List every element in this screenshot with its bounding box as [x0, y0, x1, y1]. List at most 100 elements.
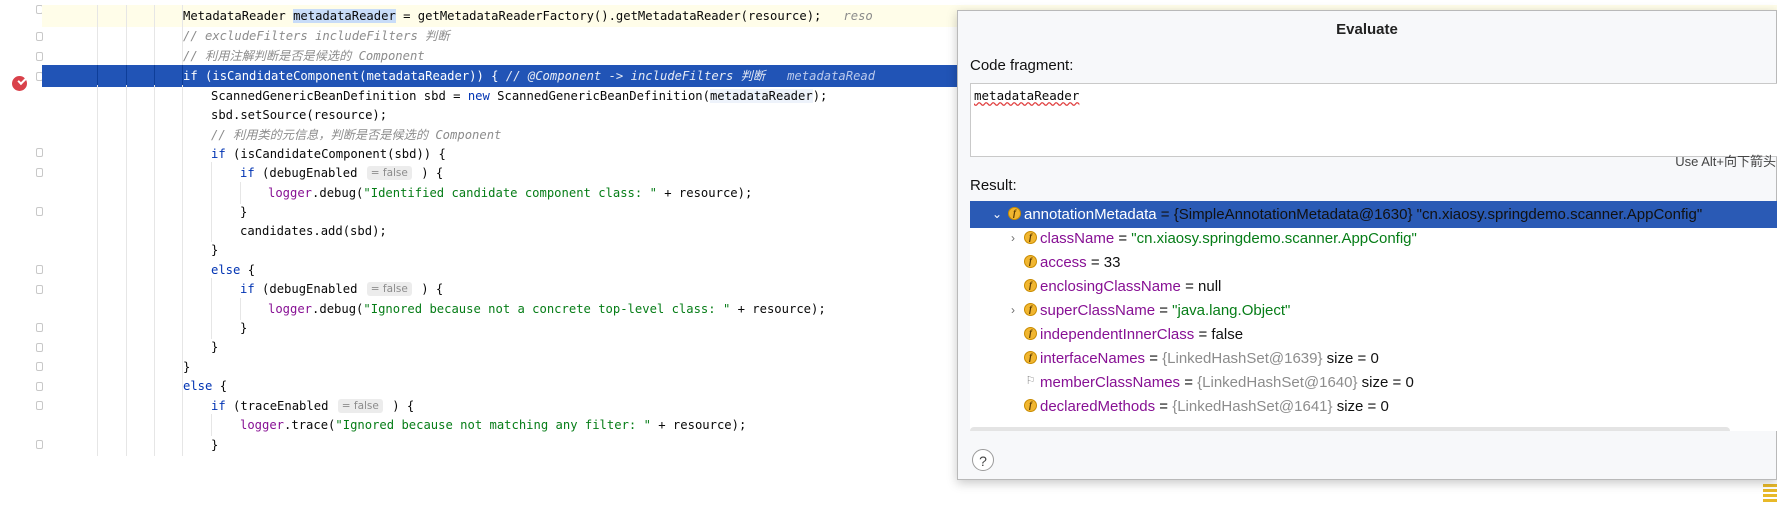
result-tree-node[interactable]: › f superClassName = "java.lang.Object"	[970, 297, 1777, 324]
flag-icon: ⚐	[1025, 375, 1036, 387]
code-token: + resource);	[656, 186, 753, 200]
code-token: metadataReader	[709, 89, 813, 103]
evaluate-dialog: Evaluate Code fragment: metadataReader U…	[957, 10, 1777, 480]
node-name: declaredMethods	[1040, 398, 1156, 415]
node-value: "cn.xiaosy.springdemo.scanner.AppConfig"	[1131, 230, 1417, 247]
field-icon: f	[1008, 207, 1021, 220]
code-token: (traceEnabled	[225, 399, 336, 413]
code-token: }	[211, 438, 219, 452]
inline-value-hint: = false	[366, 282, 412, 296]
node-name: annotationMetadata	[1024, 206, 1157, 223]
result-tree[interactable]: ⌄ f annotationMetadata = {SimpleAnnotation…	[970, 201, 1777, 431]
code-token: if	[211, 399, 226, 413]
code-token: if	[240, 166, 255, 180]
code-token: (isCandidateComponent(metadataReader)) {	[197, 69, 506, 83]
code-token: }	[183, 360, 191, 374]
code-token: ) {	[413, 166, 444, 180]
code-token: {	[212, 379, 228, 393]
result-tree-node[interactable]: ⌄ f annotationMetadata = {SimpleAnnotation…	[970, 201, 1777, 228]
node-name: independentInnerClass	[1040, 326, 1195, 343]
field-icon: f	[1024, 303, 1037, 316]
breakpoint-icon[interactable]	[12, 76, 27, 91]
code-token: candidates.add(sbd);	[240, 224, 387, 238]
node-value: {LinkedHashSet@1639}	[1162, 350, 1323, 367]
result-tree-node[interactable]: f interfaceNames = {LinkedHashSet@1639} s…	[970, 345, 1777, 372]
field-icon: f	[1024, 399, 1037, 412]
chevron-right-icon[interactable]: ›	[1006, 297, 1020, 324]
node-value: 33	[1103, 254, 1121, 271]
code-token: else	[211, 263, 241, 277]
code-token: if	[183, 69, 198, 83]
code-token: ScannedGenericBeanDefinition sbd =	[211, 89, 468, 103]
code-token: "Ignored because not a concrete top-leve…	[363, 302, 731, 316]
code-token: + resource);	[730, 302, 826, 316]
node-size: size = 0	[1332, 398, 1389, 415]
node-eq: =	[1114, 230, 1132, 247]
result-tree-node[interactable]: f enclosingClassName = null	[970, 273, 1777, 300]
node-value: false	[1211, 326, 1244, 343]
code-fragment-label: Code fragment:	[970, 57, 1074, 74]
code-fragment-input[interactable]: metadataReader	[970, 83, 1777, 157]
chevron-right-icon[interactable]: ›	[1006, 225, 1020, 252]
node-name: access	[1040, 254, 1087, 271]
node-value: {LinkedHashSet@1640}	[1197, 374, 1358, 391]
code-token: + resource);	[650, 418, 747, 432]
node-eq: =	[1194, 326, 1212, 343]
code-token: logger	[240, 418, 285, 432]
field-icon: f	[1024, 279, 1037, 292]
history-shortcut-hint: Use Alt+向下箭头	[1675, 154, 1776, 169]
result-tree-node[interactable]: f independentInnerClass = false	[970, 321, 1777, 348]
code-token: }	[211, 243, 219, 257]
code-token: // 利用注解判断是否是候选的 Component	[183, 49, 425, 63]
code-token: if	[240, 282, 255, 296]
code-token: "Identified candidate component class: "	[363, 186, 657, 200]
code-token: logger	[268, 302, 313, 316]
code-token: (isCandidateComponent(sbd)) {	[225, 147, 446, 161]
inline-value-hint: = false	[337, 399, 383, 413]
code-token: MetadataReader	[183, 9, 294, 23]
code-token: "Ignored because not matching any filter…	[335, 418, 651, 432]
code-token: logger	[268, 186, 313, 200]
code-token: metadataReader	[293, 9, 396, 23]
code-token: ScannedGenericBeanDefinition(	[489, 89, 710, 103]
result-tree-node[interactable]: f access = 33	[970, 249, 1777, 276]
code-token: .debug(	[312, 302, 364, 316]
code-token: if	[211, 147, 226, 161]
code-token: .trace(	[284, 418, 336, 432]
code-token: // @Component -> includeFilters 判断	[505, 69, 788, 83]
code-fragment-text[interactable]: metadataReader	[974, 88, 1079, 103]
code-token: reso	[843, 9, 873, 23]
code-token: ) {	[413, 282, 444, 296]
code-token: (debugEnabled	[254, 282, 365, 296]
error-stripe-marker[interactable]	[1763, 484, 1777, 510]
code-token: ) {	[384, 399, 415, 413]
result-tree-node[interactable]: › f className = "cn.xiaosy.springdemo.scan…	[970, 225, 1777, 252]
code-token: // excludeFilters includeFilters 判断	[183, 29, 450, 43]
editor-gutter	[0, 0, 43, 511]
node-eq: =	[1086, 254, 1104, 271]
node-name: memberClassNames	[1040, 374, 1181, 391]
code-token: // 利用类的元信息，判断是否是候选的 Component	[211, 128, 502, 142]
node-eq: =	[1180, 278, 1199, 295]
chevron-down-icon[interactable]: ⌄	[990, 201, 1004, 228]
node-value: {LinkedHashSet@1641}	[1172, 398, 1333, 415]
tree-horizontal-scrollbar[interactable]	[970, 427, 1730, 431]
node-name: className	[1040, 230, 1115, 247]
code-token: else	[183, 379, 213, 393]
result-tree-node[interactable]: ⚐ memberClassNames = {LinkedHashSet@1640}…	[970, 369, 1777, 396]
field-icon: f	[1024, 327, 1037, 340]
node-value: {SimpleAnnotationMetadata@1630} "cn.xiao…	[1173, 206, 1703, 223]
node-eq: =	[1155, 302, 1173, 319]
code-token: sbd.setSource(resource);	[211, 108, 388, 122]
code-token: }	[240, 321, 248, 335]
code-token: }	[240, 205, 248, 219]
code-token: );	[812, 89, 835, 103]
result-tree-node[interactable]: f declaredMethods = {LinkedHashSet@1641} …	[970, 393, 1777, 420]
dialog-title: Evaluate	[1336, 21, 1398, 38]
field-icon: f	[1024, 351, 1037, 364]
help-button[interactable]: ?	[972, 449, 994, 471]
code-token: (debugEnabled	[254, 166, 365, 180]
code-token: }	[211, 340, 219, 354]
node-name: superClassName	[1040, 302, 1156, 319]
node-name: enclosingClassName	[1040, 278, 1181, 295]
